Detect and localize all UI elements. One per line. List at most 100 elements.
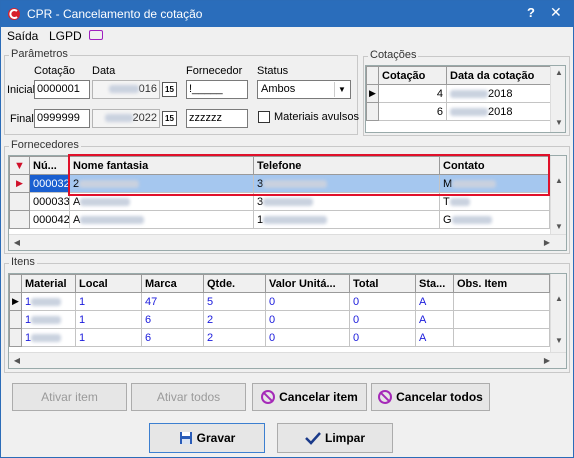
itens-header-local[interactable]: Local	[75, 274, 142, 293]
itens-header-material[interactable]: Material	[21, 274, 76, 293]
itens-hscrollbar[interactable]: ◀ ▶	[9, 352, 566, 368]
materiais-avulsos-label[interactable]: Materiais avulsos	[274, 111, 359, 123]
fornecedores-header-numero[interactable]: Nú...	[29, 156, 70, 175]
table-row[interactable]: 1 1 6 2 0 0 A	[9, 328, 550, 347]
itens-header-valor[interactable]: Valor Unitá...	[265, 274, 350, 293]
cotacoes-vscrollbar[interactable]: ▲ ▼	[550, 66, 565, 132]
cotacao-inicial-input[interactable]: 0000001	[34, 80, 90, 99]
fornecedores-grid[interactable]: ▼ Nú... Nome fantasia Telefone Contato ▶…	[8, 155, 567, 251]
cotacoes-header-data[interactable]: Data da cotação	[446, 66, 551, 85]
obs-cell[interactable]	[453, 310, 550, 329]
numero-cell[interactable]: 000042	[29, 210, 70, 229]
marca-cell[interactable]: 6	[141, 328, 204, 347]
local-cell[interactable]: 1	[75, 328, 142, 347]
itens-grid[interactable]: Material Local Marca Qtde. Valor Unitá..…	[8, 273, 567, 369]
obs-cell[interactable]	[453, 292, 550, 311]
materiais-avulsos-checkbox[interactable]	[258, 111, 270, 123]
cotacao-cell[interactable]: 6	[378, 102, 447, 121]
local-cell[interactable]: 1	[75, 310, 142, 329]
scroll-up-icon[interactable]: ▲	[551, 176, 566, 185]
fornecedores-header-contato[interactable]: Contato	[439, 156, 550, 175]
scroll-down-icon[interactable]: ▼	[551, 336, 566, 345]
title-bar[interactable]: CPR - Cancelamento de cotação ? ✕	[1, 1, 573, 27]
menu-lgpd[interactable]: LGPD	[49, 29, 82, 43]
telefone-cell[interactable]: 3	[253, 192, 440, 211]
cotacoes-header-cotacao[interactable]: Cotação	[378, 66, 447, 85]
fornecedores-vscrollbar[interactable]: ▲ ▼	[550, 156, 566, 234]
scroll-right-icon[interactable]: ▶	[539, 238, 555, 247]
scroll-up-icon[interactable]: ▲	[551, 68, 565, 77]
nome-cell[interactable]: A	[69, 210, 254, 229]
scroll-down-icon[interactable]: ▼	[551, 118, 565, 127]
limpar-button[interactable]: Limpar	[277, 423, 393, 453]
scroll-up-icon[interactable]: ▲	[551, 294, 566, 303]
itens-header-total[interactable]: Total	[349, 274, 416, 293]
telefone-cell[interactable]: 3	[253, 174, 440, 193]
data-cotacao-cell[interactable]: 2018	[446, 84, 551, 103]
scroll-right-icon[interactable]: ▶	[539, 356, 555, 365]
table-row[interactable]: ▶ 4 2018	[366, 84, 551, 103]
total-cell[interactable]: 0	[349, 310, 416, 329]
scroll-left-icon[interactable]: ◀	[9, 238, 25, 247]
fornecedor-final-input[interactable]: zzzzzz	[186, 109, 248, 128]
table-row[interactable]: 000033 A 3 T	[9, 192, 550, 211]
table-row[interactable]: ▶ 000032 2 3 M	[9, 174, 550, 193]
local-cell[interactable]: 1	[75, 292, 142, 311]
table-row[interactable]: 000042 A 1 G	[9, 210, 550, 229]
status-select[interactable]: Ambos ▼	[257, 80, 351, 99]
marca-cell[interactable]: 6	[141, 310, 204, 329]
marca-cell[interactable]: 47	[141, 292, 204, 311]
help-button[interactable]: ?	[527, 5, 535, 20]
cotacao-cell[interactable]: 4	[378, 84, 447, 103]
fornecedores-header-telefone[interactable]: Telefone	[253, 156, 440, 175]
table-row[interactable]: 1 1 6 2 0 0 A	[9, 310, 550, 329]
total-cell[interactable]: 0	[349, 292, 416, 311]
status-cell[interactable]: A	[415, 310, 454, 329]
table-row[interactable]: 6 2018	[366, 102, 551, 121]
fornecedores-header-nome[interactable]: Nome fantasia	[69, 156, 254, 175]
calendar-final-icon[interactable]: 15	[162, 111, 177, 126]
fornecedor-inicial-input[interactable]: !_____	[186, 80, 248, 99]
contato-cell[interactable]: G	[439, 210, 550, 229]
status-cell[interactable]: A	[415, 328, 454, 347]
itens-header-qtde[interactable]: Qtde.	[203, 274, 266, 293]
ativar-todos-button[interactable]: Ativar todos	[131, 383, 246, 411]
fornecedores-hscrollbar[interactable]: ◀ ▶	[9, 234, 566, 250]
cancelar-todos-button[interactable]: Cancelar todos	[371, 383, 490, 411]
valor-cell[interactable]: 0	[265, 328, 350, 347]
qtde-cell[interactable]: 5	[203, 292, 266, 311]
numero-cell[interactable]: 000032	[29, 174, 70, 193]
cancelar-item-button[interactable]: Cancelar item	[252, 383, 367, 411]
total-cell[interactable]: 0	[349, 328, 416, 347]
qtde-cell[interactable]: 2	[203, 310, 266, 329]
sort-down-icon[interactable]: ▼	[9, 156, 30, 175]
calendar-inicial-icon[interactable]: 15	[162, 82, 177, 97]
monitor-icon[interactable]	[89, 30, 103, 40]
status-cell[interactable]: A	[415, 292, 454, 311]
data-inicial-input[interactable]: 016	[92, 80, 160, 99]
scroll-left-icon[interactable]: ◀	[9, 356, 25, 365]
itens-vscrollbar[interactable]: ▲ ▼	[550, 274, 566, 352]
data-cotacao-cell[interactable]: 2018	[446, 102, 551, 121]
contato-cell[interactable]: T	[439, 192, 550, 211]
valor-cell[interactable]: 0	[265, 292, 350, 311]
menu-saida[interactable]: Saída	[7, 29, 38, 43]
nome-cell[interactable]: A	[69, 192, 254, 211]
itens-header-marca[interactable]: Marca	[141, 274, 204, 293]
qtde-cell[interactable]: 2	[203, 328, 266, 347]
obs-cell[interactable]	[453, 328, 550, 347]
chevron-down-icon[interactable]: ▼	[334, 82, 349, 97]
close-button[interactable]: ✕	[550, 4, 562, 21]
contato-cell[interactable]: M	[439, 174, 550, 193]
material-cell[interactable]: 1	[21, 310, 76, 329]
scroll-down-icon[interactable]: ▼	[551, 222, 566, 231]
telefone-cell[interactable]: 1	[253, 210, 440, 229]
itens-header-status[interactable]: Sta...	[415, 274, 454, 293]
material-cell[interactable]: 1	[21, 328, 76, 347]
material-cell[interactable]: 1	[21, 292, 76, 311]
numero-cell[interactable]: 000033	[29, 192, 70, 211]
ativar-item-button[interactable]: Ativar item	[12, 383, 127, 411]
valor-cell[interactable]: 0	[265, 310, 350, 329]
cotacoes-grid[interactable]: Cotação Data da cotação ▶ 4 2018 6 2018 …	[365, 65, 566, 133]
data-final-input[interactable]: 2022	[92, 109, 160, 128]
